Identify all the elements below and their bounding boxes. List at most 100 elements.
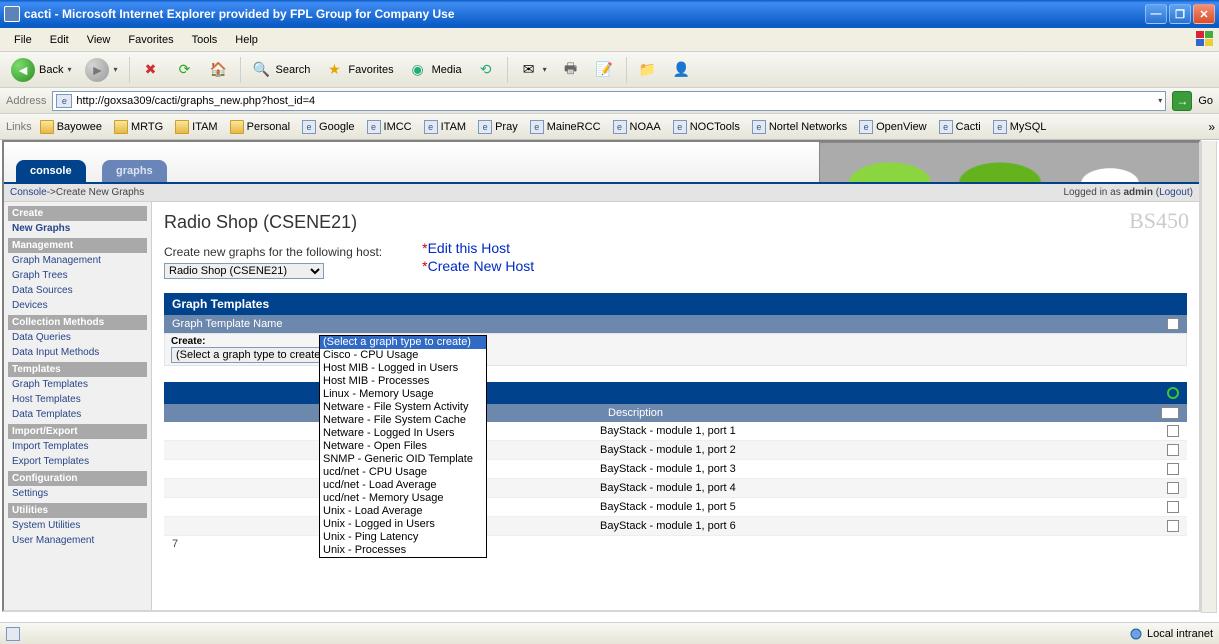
dropdown-option[interactable]: Netware - Open Files xyxy=(320,440,486,453)
link-mainercc[interactable]: eMaineRCC xyxy=(526,120,605,134)
sidebar-graph-management[interactable]: Graph Management xyxy=(8,253,147,268)
vertical-scrollbar[interactable] xyxy=(1201,141,1217,613)
folder-button[interactable]: 📁 xyxy=(633,57,663,83)
dropdown-option[interactable]: Cisco - CPU Usage xyxy=(320,349,486,362)
graph-type-select[interactable]: (Select a graph type to create) xyxy=(171,347,339,363)
sidebar-graph-trees[interactable]: Graph Trees xyxy=(8,268,147,283)
sidebar-data-input[interactable]: Data Input Methods xyxy=(8,345,147,360)
stop-button[interactable]: ✖ xyxy=(136,57,166,83)
link-noctools[interactable]: eNOCTools xyxy=(669,120,744,134)
sidebar-new-graphs[interactable]: New Graphs xyxy=(8,221,147,236)
data-query-row[interactable]: BayStack - module 1, port 6 xyxy=(164,517,1187,536)
reload-icon[interactable] xyxy=(1167,387,1179,399)
dropdown-option[interactable]: Unix - Processes xyxy=(320,544,486,557)
dropdown-option[interactable]: Netware - File System Activity xyxy=(320,401,486,414)
menu-file[interactable]: File xyxy=(6,32,40,48)
row-checkbox[interactable] xyxy=(1167,425,1179,437)
row-checkbox[interactable] xyxy=(1167,520,1179,532)
select-all-checkbox[interactable] xyxy=(1161,407,1179,419)
dropdown-option[interactable]: Unix - Load Average xyxy=(320,505,486,518)
menu-favorites[interactable]: Favorites xyxy=(120,32,181,48)
data-query-row[interactable]: BayStack - module 1, port 3 xyxy=(164,460,1187,479)
dropdown-option[interactable]: SNMP - Generic OID Template xyxy=(320,453,486,466)
edit-host-link[interactable]: Edit this Host xyxy=(428,240,510,256)
search-button[interactable]: 🔍Search xyxy=(247,57,316,83)
data-query-row[interactable]: BayStack - module 1, port 4 xyxy=(164,479,1187,498)
sidebar-data-queries[interactable]: Data Queries xyxy=(8,330,147,345)
link-cacti[interactable]: eCacti xyxy=(935,120,985,134)
dropdown-option[interactable]: Unix - Ping Latency xyxy=(320,531,486,544)
dropdown-option[interactable]: Host MIB - Processes xyxy=(320,375,486,388)
dropdown-option[interactable]: ucd/net - Memory Usage xyxy=(320,492,486,505)
sidebar-data-templates[interactable]: Data Templates xyxy=(8,407,147,422)
favorites-button[interactable]: ★Favorites xyxy=(319,57,398,83)
tab-console[interactable]: console xyxy=(16,160,86,182)
link-itam[interactable]: ITAM xyxy=(171,120,221,134)
dropdown-option[interactable]: Netware - File System Cache xyxy=(320,414,486,427)
sidebar-settings[interactable]: Settings xyxy=(8,486,147,501)
sidebar-import-templates[interactable]: Import Templates xyxy=(8,439,147,454)
close-button[interactable]: ✕ xyxy=(1193,4,1215,24)
minimize-button[interactable]: — xyxy=(1145,4,1167,24)
link-nortel[interactable]: eNortel Networks xyxy=(748,120,851,134)
data-query-row[interactable]: BayStack - module 1, port 2 xyxy=(164,441,1187,460)
sidebar-system-utilities[interactable]: System Utilities xyxy=(8,518,147,533)
link-mysql[interactable]: eMySQL xyxy=(989,120,1051,134)
breadcrumb-root[interactable]: Console xyxy=(10,187,47,198)
sidebar-graph-templates[interactable]: Graph Templates xyxy=(8,377,147,392)
link-pray[interactable]: ePray xyxy=(474,120,522,134)
row-checkbox[interactable] xyxy=(1167,444,1179,456)
page-body: BS450 Radio Shop (CSENE21) Create new gr… xyxy=(152,202,1199,612)
dropdown-option[interactable]: (Select a graph type to create) xyxy=(320,336,486,349)
row-checkbox[interactable] xyxy=(1167,463,1179,475)
messenger-button[interactable]: 👤 xyxy=(667,57,697,83)
url-dropdown-icon[interactable]: ▾ xyxy=(1158,96,1162,105)
history-button[interactable]: ⟲ xyxy=(471,57,501,83)
forward-button[interactable]: ►▾ xyxy=(80,55,122,85)
host-select[interactable]: Radio Shop (CSENE21) xyxy=(164,263,324,279)
url-input[interactable]: e http://goxsa309/cacti/graphs_new.php?h… xyxy=(52,91,1166,111)
link-imcc[interactable]: eIMCC xyxy=(363,120,416,134)
dropdown-option[interactable]: ucd/net - Load Average xyxy=(320,479,486,492)
tab-graphs[interactable]: graphs xyxy=(102,160,167,182)
link-personal[interactable]: Personal xyxy=(226,120,294,134)
select-all-checkbox[interactable] xyxy=(1167,318,1179,330)
link-noaa[interactable]: eNOAA xyxy=(609,120,665,134)
go-button[interactable]: → xyxy=(1172,91,1192,111)
mail-button[interactable]: ✉▾ xyxy=(514,57,552,83)
dropdown-option[interactable]: ucd/net - CPU Usage xyxy=(320,466,486,479)
refresh-button[interactable]: ⟳ xyxy=(170,57,200,83)
media-button[interactable]: ◉Media xyxy=(403,57,467,83)
dropdown-option[interactable]: Unix - Logged in Users xyxy=(320,518,486,531)
create-host-link[interactable]: Create New Host xyxy=(428,258,535,274)
data-query-row[interactable]: BayStack - module 1, port 5 xyxy=(164,498,1187,517)
sidebar-data-sources[interactable]: Data Sources xyxy=(8,283,147,298)
menu-help[interactable]: Help xyxy=(227,32,266,48)
maximize-button[interactable]: ❐ xyxy=(1169,4,1191,24)
print-button[interactable]: 🖶 xyxy=(556,57,586,83)
menu-tools[interactable]: Tools xyxy=(184,32,226,48)
link-itam2[interactable]: eITAM xyxy=(420,120,470,134)
link-openview[interactable]: eOpenView xyxy=(855,120,931,134)
row-checkbox[interactable] xyxy=(1167,501,1179,513)
sidebar-user-management[interactable]: User Management xyxy=(8,533,147,548)
edit-button[interactable]: 📝 xyxy=(590,57,620,83)
link-bayowee[interactable]: Bayowee xyxy=(36,120,106,134)
sidebar-export-templates[interactable]: Export Templates xyxy=(8,454,147,469)
link-google[interactable]: eGoogle xyxy=(298,120,358,134)
back-button[interactable]: ◄Back▾ xyxy=(6,55,76,85)
menu-view[interactable]: View xyxy=(79,32,119,48)
dropdown-option[interactable]: Host MIB - Logged in Users xyxy=(320,362,486,375)
dropdown-option[interactable]: Linux - Memory Usage xyxy=(320,388,486,401)
home-button[interactable]: 🏠 xyxy=(204,57,234,83)
link-mrtg[interactable]: MRTG xyxy=(110,120,167,134)
menu-edit[interactable]: Edit xyxy=(42,32,77,48)
row-checkbox[interactable] xyxy=(1167,482,1179,494)
links-overflow[interactable]: » xyxy=(1208,120,1215,134)
logout-link[interactable]: Logout xyxy=(1159,187,1190,198)
data-query-row[interactable]: BayStack - module 1, port 1 xyxy=(164,422,1187,441)
sidebar-host-templates[interactable]: Host Templates xyxy=(8,392,147,407)
dropdown-option[interactable]: Netware - Logged In Users xyxy=(320,427,486,440)
graph-type-dropdown-open[interactable]: (Select a graph type to create) Cisco - … xyxy=(319,335,487,558)
sidebar-devices[interactable]: Devices xyxy=(8,298,147,313)
